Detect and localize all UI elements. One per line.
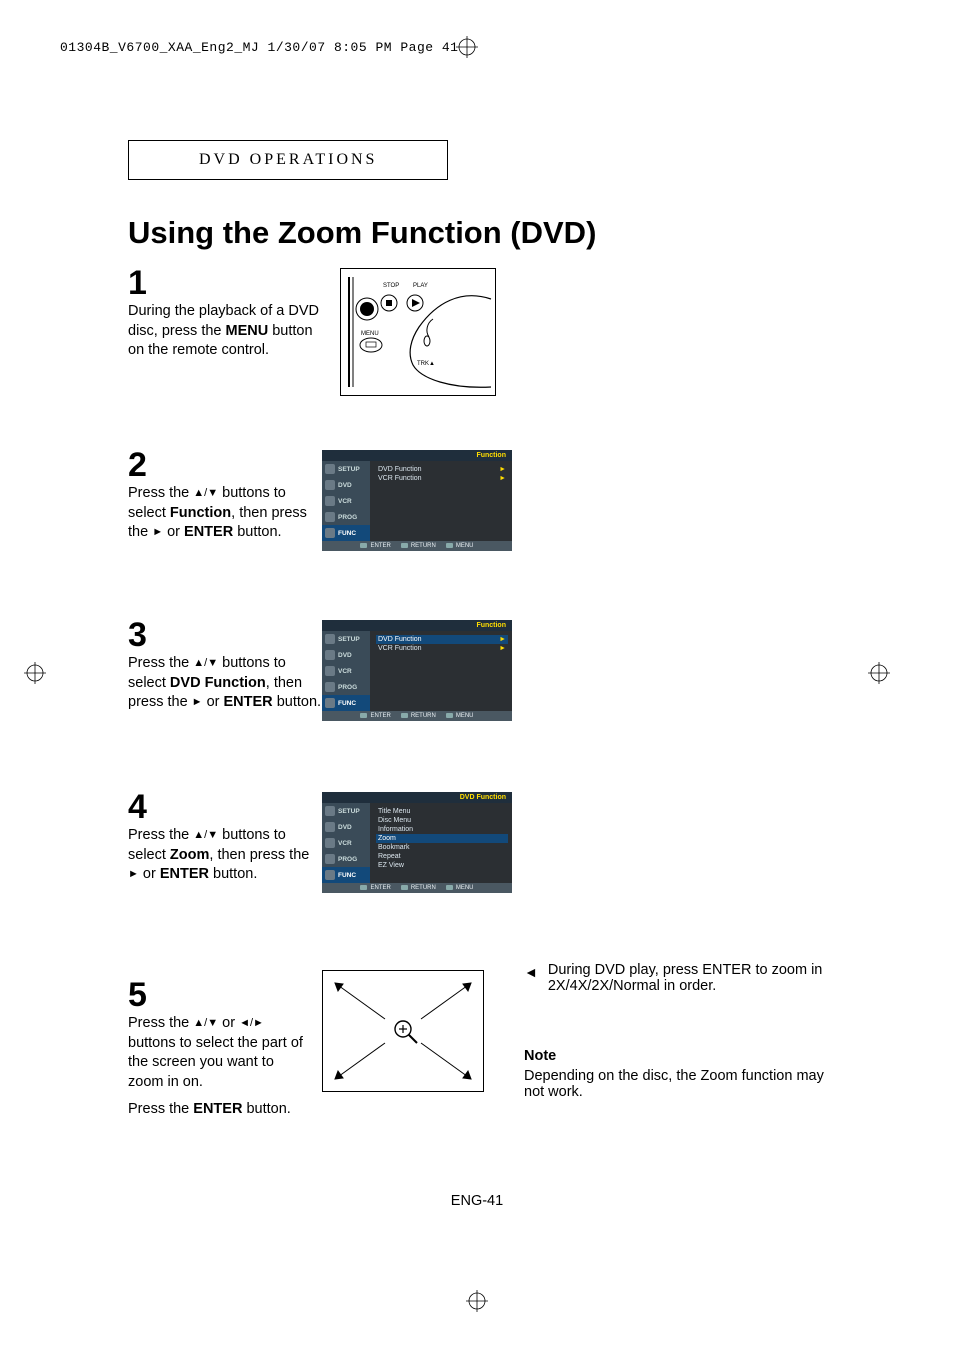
osd-row: VCR Function► (376, 644, 508, 653)
page-number: ENG-41 (0, 1193, 954, 1209)
clock-icon (325, 512, 335, 522)
right-icon: ► (152, 526, 163, 538)
disc-icon (325, 480, 335, 490)
osd-sidebar: SETUP DVD VCR PROG FUNC (322, 803, 370, 883)
step-text: Press the ▲/▼ or ◄/► buttons to select t… (128, 1014, 308, 1120)
osd-side-item: FUNC (322, 525, 370, 541)
osd-header: Function (322, 620, 512, 631)
osd-side-item: DVD (322, 647, 370, 663)
osd-side-item: DVD (322, 477, 370, 493)
section-label-wrap: DVD OPERATIONS (128, 140, 634, 180)
clock-icon (325, 682, 335, 692)
trk-label: TRK▲ (417, 361, 435, 367)
note-heading: Note (524, 1048, 834, 1064)
osd-row: DVD Function► (376, 635, 508, 644)
gear-icon (325, 806, 335, 816)
page-title: Using the Zoom Function (DVD) (128, 215, 596, 251)
zoom-direction-illustration (322, 970, 484, 1092)
osd-side-item: VCR (322, 493, 370, 509)
func-icon (325, 528, 335, 538)
osd-footer: ENTER RETURN MENU (322, 883, 512, 893)
right-arrow-icon: ► (499, 636, 506, 643)
osd-main: DVD Function► VCR Function► (370, 631, 512, 711)
remote-illustration: STOP PLAY MENU TRK▲ (340, 268, 496, 396)
osd-side-item: SETUP (322, 631, 370, 647)
right-arrow-icon: ► (499, 645, 506, 652)
left-triangle-icon: ◄ (524, 962, 538, 980)
registration-mark-icon (456, 36, 478, 63)
osd-side-item: DVD (322, 819, 370, 835)
step-text: Press the ▲/▼ buttons to select Function… (128, 484, 323, 543)
print-job-header: 01304B_V6700_XAA_Eng2_MJ 1/30/07 8:05 PM… (60, 40, 458, 55)
right-icon: ► (192, 696, 203, 708)
step-text: Press the ▲/▼ buttons to select Zoom, th… (128, 826, 323, 885)
registration-mark-icon (868, 662, 890, 689)
osd-row: Repeat (376, 852, 508, 861)
disc-icon (325, 822, 335, 832)
osd-row: DVD Function► (376, 465, 508, 474)
osd-row: Disc Menu (376, 816, 508, 825)
disc-icon (325, 650, 335, 660)
side-note: ◄ During DVD play, press ENTER to zoom i… (524, 962, 834, 1100)
play-label: PLAY (413, 283, 428, 289)
osd-header: DVD Function (322, 792, 512, 803)
osd-row: Bookmark (376, 843, 508, 852)
stop-label: STOP (383, 283, 399, 289)
osd-side-item: PROG (322, 509, 370, 525)
gear-icon (325, 464, 335, 474)
step-text: During the playback of a DVD disc, press… (128, 302, 323, 361)
osd-side-item: PROG (322, 851, 370, 867)
up-down-icon: ▲/▼ (193, 1017, 218, 1029)
section-label: DVD OPERATIONS (128, 140, 448, 180)
osd-side-item: FUNC (322, 867, 370, 883)
osd-side-item: SETUP (322, 803, 370, 819)
osd-screenshot-step4: DVD Function SETUP DVD VCR PROG FUNC Tit… (322, 792, 512, 893)
osd-main: DVD Function► VCR Function► (370, 461, 512, 541)
osd-footer: ENTER RETURN MENU (322, 711, 512, 721)
tape-icon (325, 496, 335, 506)
right-arrow-icon: ► (499, 466, 506, 473)
osd-screenshot-step3: Function SETUP DVD VCR PROG FUNC DVD Fun… (322, 620, 512, 721)
gear-icon (325, 634, 335, 644)
osd-footer: ENTER RETURN MENU (322, 541, 512, 551)
func-icon (325, 870, 335, 880)
osd-side-item: VCR (322, 663, 370, 679)
right-arrow-icon: ► (499, 475, 506, 482)
registration-mark-icon (24, 662, 46, 689)
func-icon (325, 698, 335, 708)
up-down-icon: ▲/▼ (193, 657, 218, 669)
osd-side-item: VCR (322, 835, 370, 851)
osd-row: VCR Function► (376, 474, 508, 483)
menu-label: MENU (361, 331, 379, 337)
right-icon: ► (128, 868, 139, 880)
tape-icon (325, 666, 335, 676)
note-body: Depending on the disc, the Zoom function… (524, 1068, 834, 1100)
up-down-icon: ▲/▼ (193, 829, 218, 841)
side-note-text: During DVD play, press ENTER to zoom in … (548, 962, 834, 994)
osd-side-item: FUNC (322, 695, 370, 711)
osd-header: Function (322, 450, 512, 461)
osd-screenshot-step2: Function SETUP DVD VCR PROG FUNC DVD Fun… (322, 450, 512, 551)
clock-icon (325, 854, 335, 864)
osd-row: EZ View (376, 861, 508, 870)
registration-mark-icon (466, 1290, 488, 1317)
up-down-icon: ▲/▼ (193, 487, 218, 499)
tape-icon (325, 838, 335, 848)
osd-sidebar: SETUP DVD VCR PROG FUNC (322, 631, 370, 711)
osd-main: Title Menu Disc Menu Information Zoom Bo… (370, 803, 512, 883)
step-text: Press the ▲/▼ buttons to select DVD Func… (128, 654, 323, 713)
manual-page: 01304B_V6700_XAA_Eng2_MJ 1/30/07 8:05 PM… (0, 0, 954, 1351)
osd-row: Title Menu (376, 807, 508, 816)
osd-sidebar: SETUP DVD VCR PROG FUNC (322, 461, 370, 541)
osd-side-item: SETUP (322, 461, 370, 477)
magnifier-icon (395, 1021, 417, 1043)
osd-row: Information (376, 825, 508, 834)
osd-side-item: PROG (322, 679, 370, 695)
osd-row: Zoom (376, 834, 508, 843)
left-right-icon: ◄/► (239, 1017, 264, 1029)
